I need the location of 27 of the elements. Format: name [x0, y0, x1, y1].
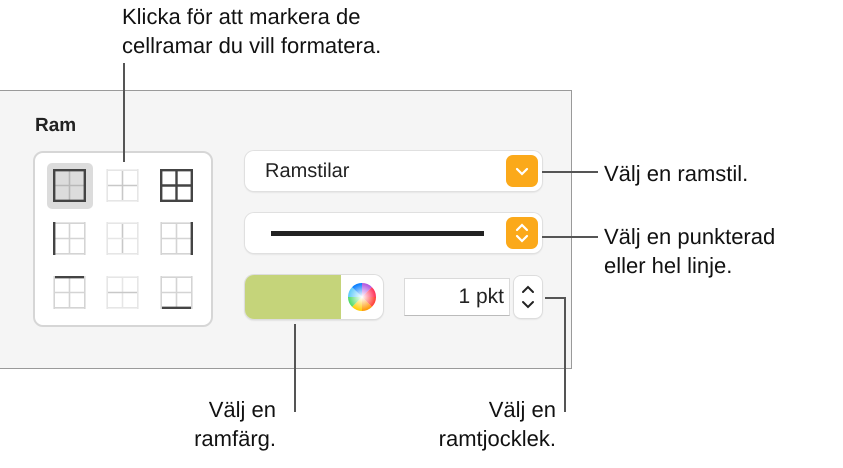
border-grid-icon: [106, 169, 140, 202]
up-down-chevron-icon: [506, 217, 538, 249]
border-grid-icon: [106, 276, 140, 309]
callout-text: Välj en ramstil.: [604, 160, 748, 188]
thickness-field[interactable]: 1 pkt: [404, 278, 510, 316]
color-well[interactable]: [245, 275, 383, 319]
border-grid-icon: [106, 222, 140, 256]
border-grid-icon: [53, 276, 86, 309]
leader-line: [542, 171, 598, 173]
callout-text: Klicka för att markera de cellramar du vill formatera.: [122, 3, 382, 60]
border-grid-icon: [160, 169, 193, 202]
thickness-stepper[interactable]: [514, 276, 542, 318]
border-grid-icon: [53, 222, 86, 256]
border-grid-icon: [53, 169, 86, 202]
border-grid-icon: [160, 276, 193, 309]
chevron-down-icon: [506, 155, 538, 187]
leader-line: [542, 236, 598, 238]
border-option-button[interactable]: [46, 162, 93, 209]
color-wheel-icon: [347, 282, 377, 312]
section-title: Ram: [35, 115, 78, 138]
line-style-dropdown[interactable]: [245, 213, 542, 253]
callout-text: Välj en ramfärg.: [194, 396, 276, 453]
border-style-dropdown[interactable]: Ramstilar: [245, 151, 542, 191]
up-down-chevron-icon: [521, 283, 535, 311]
callout-text: Välj en ramtjocklek.: [438, 396, 556, 453]
border-grid-icon: [160, 222, 193, 256]
callout-text: Välj en punkterad eller hel linje.: [604, 223, 776, 280]
